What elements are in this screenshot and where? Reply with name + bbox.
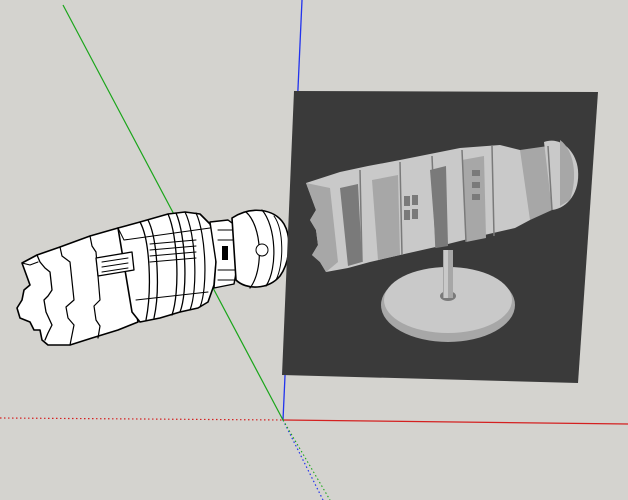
spaceship-engine-render-icon[interactable] <box>282 91 598 383</box>
red-axis-negative <box>0 417 284 421</box>
red-axis-positive <box>282 419 628 425</box>
viewport-canvas[interactable] <box>0 0 628 500</box>
spaceship-engine-sketch-icon[interactable] <box>16 209 290 346</box>
blue-axis-negative <box>282 419 324 500</box>
green-axis-negative <box>282 419 331 500</box>
3d-viewport[interactable] <box>0 0 628 500</box>
